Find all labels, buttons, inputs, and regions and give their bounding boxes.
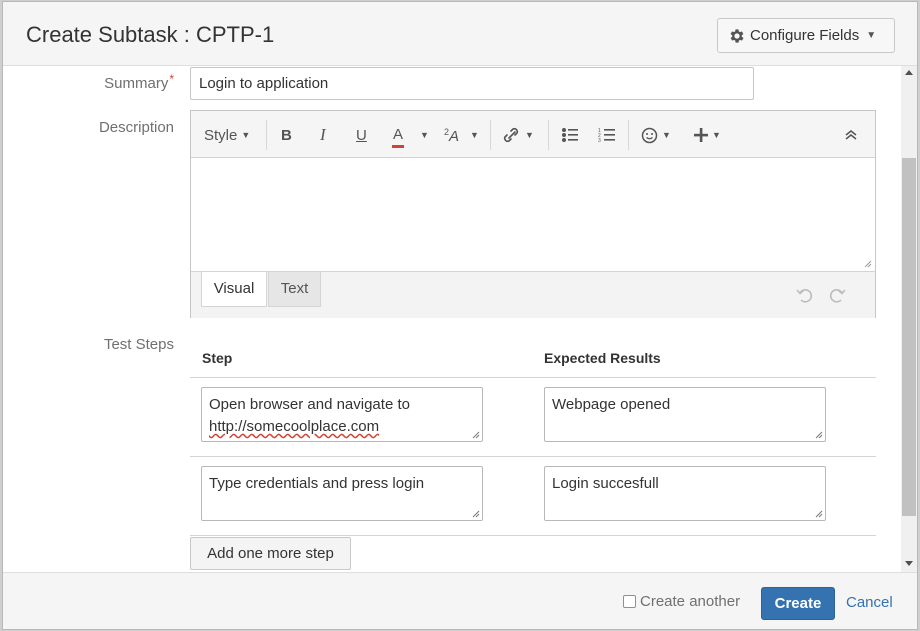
scroll-up-icon[interactable] bbox=[905, 70, 913, 75]
add-step-button[interactable]: Add one more step bbox=[190, 537, 351, 570]
resize-grip-icon bbox=[815, 431, 823, 439]
create-another-label: Create another bbox=[640, 593, 741, 610]
text-color-dropdown[interactable]: ▼ bbox=[420, 124, 429, 146]
configure-fields-label: Configure Fields bbox=[750, 27, 860, 44]
insert-more-dropdown[interactable]: ▼ bbox=[694, 124, 721, 146]
divider bbox=[190, 456, 876, 457]
tab-visual[interactable]: Visual bbox=[201, 272, 267, 307]
cancel-link[interactable]: Cancel bbox=[846, 594, 893, 611]
chevron-down-icon: ▼ bbox=[241, 130, 251, 140]
text-format-icon: 2A bbox=[444, 127, 459, 144]
scroll-down-icon[interactable] bbox=[905, 561, 913, 566]
double-chevron-up-icon bbox=[845, 130, 857, 140]
description-text-area[interactable] bbox=[191, 158, 875, 271]
numbered-list-button[interactable]: 123 bbox=[598, 124, 616, 146]
text-color-button[interactable]: A bbox=[392, 124, 405, 148]
undo-icon[interactable] bbox=[795, 286, 813, 304]
dialog-title: Create Subtask : CPTP-1 bbox=[26, 22, 275, 47]
scrollbar-thumb[interactable] bbox=[902, 158, 916, 516]
step-input[interactable]: Open browser and navigate to http://some… bbox=[201, 387, 483, 442]
editor-mode-tabs: Visual Text bbox=[191, 271, 875, 318]
description-label: Description bbox=[98, 119, 174, 136]
test-steps-label: Test Steps bbox=[103, 336, 174, 353]
bullet-list-icon bbox=[562, 128, 578, 142]
numbered-list-icon: 123 bbox=[598, 128, 615, 143]
underline-button[interactable]: U bbox=[356, 124, 367, 146]
summary-label: Summary* bbox=[104, 72, 174, 92]
create-another-option[interactable]: Create another bbox=[623, 593, 740, 610]
italic-button[interactable]: I bbox=[320, 124, 326, 146]
resize-grip-icon bbox=[472, 431, 480, 439]
editor-toolbar: Style ▼ B I U A ▼ 2A ▼ ▼ 1 2 3 ▼ ▼ bbox=[191, 111, 875, 158]
gear-icon bbox=[730, 28, 744, 43]
resize-grip-icon[interactable] bbox=[864, 260, 872, 268]
collapse-toolbar-button[interactable] bbox=[844, 124, 858, 146]
chevron-down-icon: ▼ bbox=[470, 130, 479, 140]
body-scrollbar[interactable] bbox=[901, 66, 917, 572]
dialog-header: Create Subtask : CPTP-1 Configure Fields… bbox=[3, 2, 917, 66]
link-dropdown[interactable]: ▼ bbox=[501, 124, 534, 146]
chevron-down-icon: ▼ bbox=[662, 130, 671, 140]
resize-grip-icon bbox=[472, 510, 480, 518]
create-button[interactable]: Create bbox=[761, 587, 835, 620]
svg-text:3: 3 bbox=[598, 138, 601, 143]
summary-input[interactable]: Login to application bbox=[190, 67, 754, 100]
expected-result-input[interactable]: Webpage opened bbox=[544, 387, 826, 442]
dialog-body: Summary* Login to application Descriptio… bbox=[3, 66, 917, 572]
bold-button[interactable]: B bbox=[281, 124, 292, 146]
divider bbox=[190, 377, 876, 378]
divider bbox=[190, 535, 876, 536]
chevron-down-icon: ▼ bbox=[525, 130, 534, 140]
description-editor: Style ▼ B I U A ▼ 2A ▼ ▼ 1 2 3 ▼ ▼ Visua… bbox=[190, 110, 876, 318]
create-another-checkbox[interactable] bbox=[623, 595, 636, 608]
redo-icon[interactable] bbox=[829, 286, 847, 304]
chevron-down-icon: ▼ bbox=[712, 130, 721, 140]
emoticon-icon bbox=[641, 127, 658, 143]
style-dropdown[interactable]: Style ▼ bbox=[204, 124, 250, 146]
expected-results-column-header: Expected Results bbox=[544, 350, 661, 366]
step-column-header: Step bbox=[202, 350, 233, 366]
chevron-down-icon: ▼ bbox=[866, 30, 877, 41]
emoticon-dropdown[interactable]: ▼ bbox=[641, 124, 671, 146]
plus-icon bbox=[694, 128, 708, 142]
tab-text[interactable]: Text bbox=[268, 272, 321, 307]
link-icon bbox=[503, 127, 519, 143]
dialog-footer: Create another Create Cancel bbox=[3, 572, 917, 629]
configure-fields-button[interactable]: Configure Fields ▼ bbox=[717, 18, 895, 53]
svg-text:A: A bbox=[448, 128, 459, 144]
bullet-list-button[interactable] bbox=[561, 124, 579, 146]
required-marker: * bbox=[169, 72, 174, 86]
expected-result-input[interactable]: Login succesfull bbox=[544, 466, 826, 521]
text-format-dropdown[interactable]: 2A ▼ bbox=[444, 124, 479, 146]
resize-grip-icon bbox=[815, 510, 823, 518]
create-subtask-dialog: Create Subtask : CPTP-1 Configure Fields… bbox=[2, 1, 918, 630]
step-input[interactable]: Type credentials and press login bbox=[201, 466, 483, 521]
